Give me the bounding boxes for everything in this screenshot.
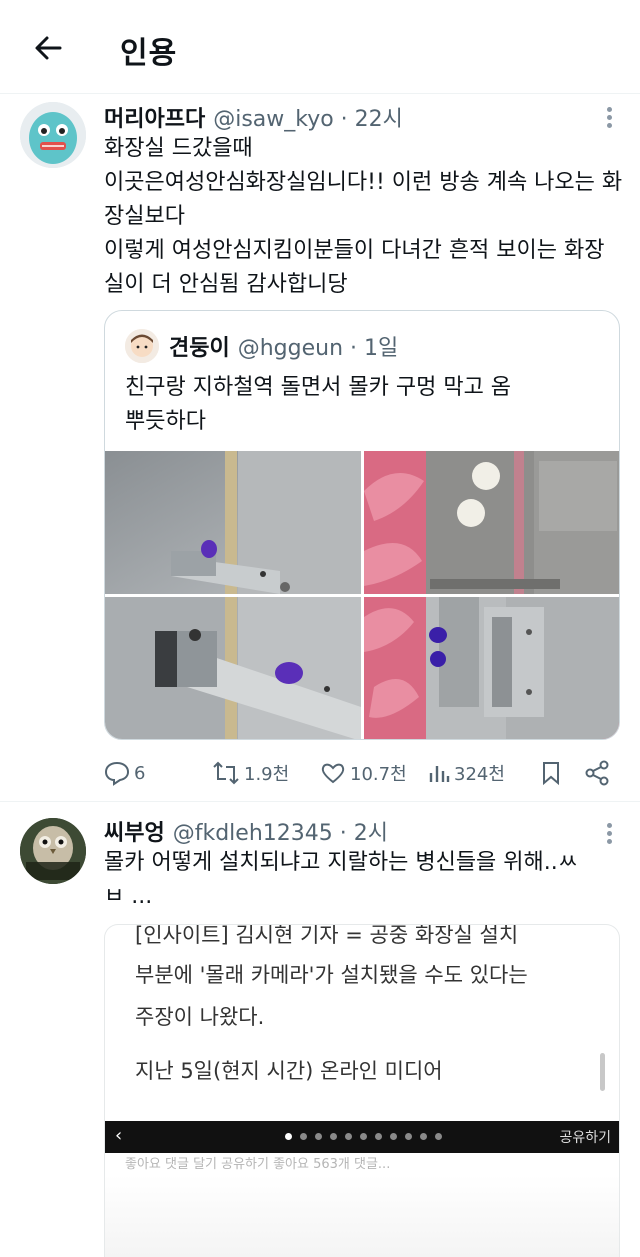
tweet-1-header: 머리아프다 @isaw_kyo · 22시 — [104, 100, 403, 134]
social-bar: 좋아요 댓글 달기 공유하기 좋아요 563개 댓글... — [125, 1157, 391, 1172]
article-line: 부분에 '몰래 카메라'가 설치됐을 수도 있다는 — [135, 963, 528, 987]
tweet-1[interactable]: 머리아프다 @isaw_kyo · 22시 화장실 드갔을때 이곳은여성안심화장… — [0, 0, 640, 801]
quoted-tweet-text: 친구랑 지하철역 돌면서 몰카 구멍 막고 옴 뿌듯하다 — [125, 375, 512, 434]
scrollbar — [600, 1053, 605, 1091]
retweet-count: 1.9천 — [244, 764, 290, 785]
photo-4[interactable] — [364, 597, 619, 739]
share-icon — [585, 760, 609, 786]
handle-and-time[interactable]: @hggeun · 1일 — [238, 330, 399, 362]
carousel-dots — [285, 1133, 442, 1140]
avatar-illustration-icon — [20, 102, 86, 168]
views-count: 324천 — [454, 764, 505, 785]
more-icon[interactable] — [604, 820, 614, 846]
media-grid — [105, 451, 619, 739]
avatar[interactable] — [20, 818, 86, 884]
views-icon — [429, 766, 450, 782]
like-button[interactable]: 10.7천 — [320, 756, 407, 790]
display-name[interactable]: 견둥이 — [169, 330, 230, 362]
photo-2[interactable] — [364, 451, 619, 594]
tweet-text: 화장실 드갔을때 이곳은여성안심화장실임니다!! 이런 방송 계속 나오는 화장… — [104, 136, 623, 297]
share-button[interactable] — [584, 756, 614, 790]
tweet-text: 몰카 어떻게 설치되냐고 지랄하는 병신들을 위해..ㅆ ㅂ ... — [104, 850, 578, 909]
article-line: 지난 5일(현지 시간) 온라인 미디어 — [135, 1059, 443, 1083]
reply-count: 6 — [134, 762, 146, 784]
article-line: [인사이트] 김시현 기자 = 공중 화장실 설치 — [135, 924, 519, 947]
display-name[interactable]: 씨부엉 — [104, 815, 165, 847]
image-carousel-bar: ‹ 공유하기 — [105, 1121, 619, 1153]
attached-image[interactable]: [인사이트] 김시현 기자 = 공중 화장실 설치 부분에 '몰래 카메라'가 … — [104, 924, 620, 1257]
quoted-tweet-header: 견둥이 @hggeun · 1일 — [169, 329, 398, 363]
share-label: 공유하기 — [559, 1130, 611, 1146]
article-line: 주장이 나왔다. — [135, 1005, 265, 1029]
retweet-icon — [213, 761, 239, 785]
owl-avatar-icon — [20, 818, 86, 884]
photo-1[interactable] — [105, 451, 361, 594]
retweet-button[interactable]: 1.9천 — [212, 756, 289, 790]
more-icon[interactable] — [604, 104, 614, 130]
avatar[interactable] — [125, 329, 159, 363]
bookmark-button[interactable] — [540, 756, 566, 790]
like-count: 10.7천 — [350, 764, 407, 785]
handle-and-time[interactable]: @isaw_kyo · 22시 — [213, 101, 403, 133]
tweet-actions: 6 1.9천 10.7천 324천 — [104, 756, 620, 790]
reply-icon — [104, 761, 130, 786]
like-icon — [321, 763, 345, 784]
display-name[interactable]: 머리아프다 — [104, 101, 205, 133]
tweet-2-header: 씨부엉 @fkdleh12345 · 2시 — [104, 814, 388, 848]
photo-3[interactable] — [105, 597, 361, 739]
quoted-tweet[interactable]: 견둥이 @hggeun · 1일 친구랑 지하철역 돌면서 몰카 구멍 막고 옴… — [104, 310, 620, 740]
handle-and-time[interactable]: @fkdleh12345 · 2시 — [173, 815, 388, 847]
chevron-left-icon: ‹ — [115, 1125, 123, 1146]
avatar[interactable] — [20, 102, 86, 168]
bookmark-icon — [543, 762, 559, 786]
reply-button[interactable]: 6 — [104, 756, 145, 790]
article-image-area — [105, 1175, 619, 1257]
views-button[interactable]: 324천 — [428, 756, 505, 790]
